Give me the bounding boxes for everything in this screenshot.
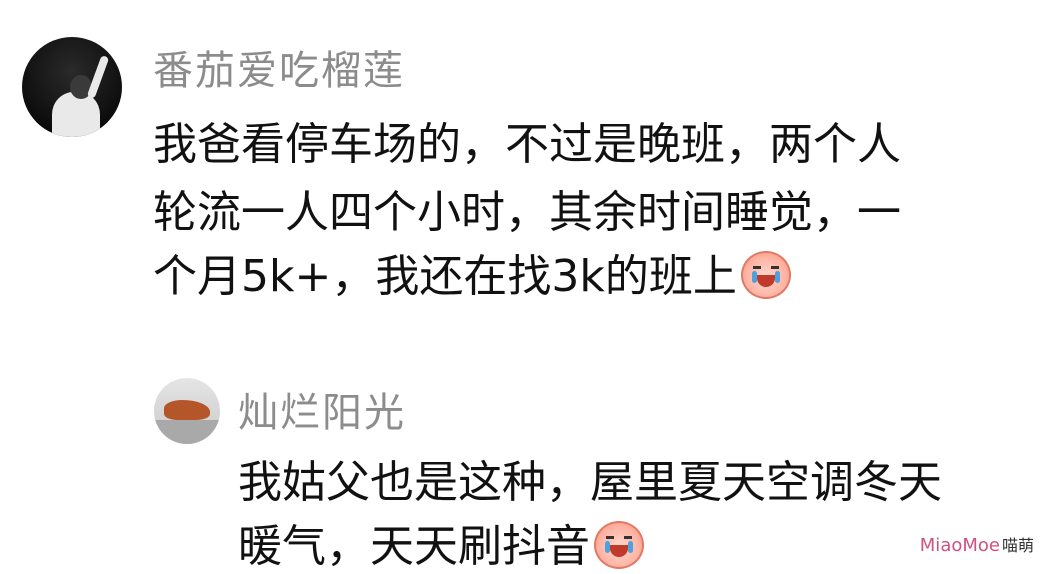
comment-line-3: 个月5k+，我还在找3k的班上	[153, 240, 791, 304]
avatar-ground	[154, 420, 220, 444]
watermark-cn: 喵萌	[1001, 536, 1034, 555]
user-avatar[interactable]	[22, 37, 122, 137]
reply-user-avatar[interactable]	[154, 378, 220, 444]
reply-line-2: 暖气，天天刷抖音	[238, 510, 644, 574]
watermark-text: MiaoMoe	[919, 535, 1000, 556]
avatar-dog	[164, 400, 210, 420]
avatar-figure	[52, 92, 100, 137]
avatar-arm	[86, 54, 110, 100]
reply-username[interactable]: 灿烂阳光	[238, 380, 406, 438]
watermark: MiaoMoe 喵萌	[920, 532, 1034, 556]
comment-line-3-text: 个月5k+，我还在找3k的班上	[153, 251, 737, 302]
crying-face-icon	[740, 251, 791, 299]
crying-face-icon	[594, 521, 644, 569]
comment-line-2: 轮流一人四个小时，其余时间睡觉，一	[153, 187, 901, 238]
reply-line-1: 我姑父也是这种，屋里夏天空调冬天	[238, 457, 942, 508]
comment-line-1: 我爸看停车场的，不过是晚班，两个人	[153, 119, 901, 170]
comment-username[interactable]: 番茄爱吃榴莲	[153, 38, 405, 96]
reply-line-2-text: 暖气，天天刷抖音	[238, 521, 590, 572]
